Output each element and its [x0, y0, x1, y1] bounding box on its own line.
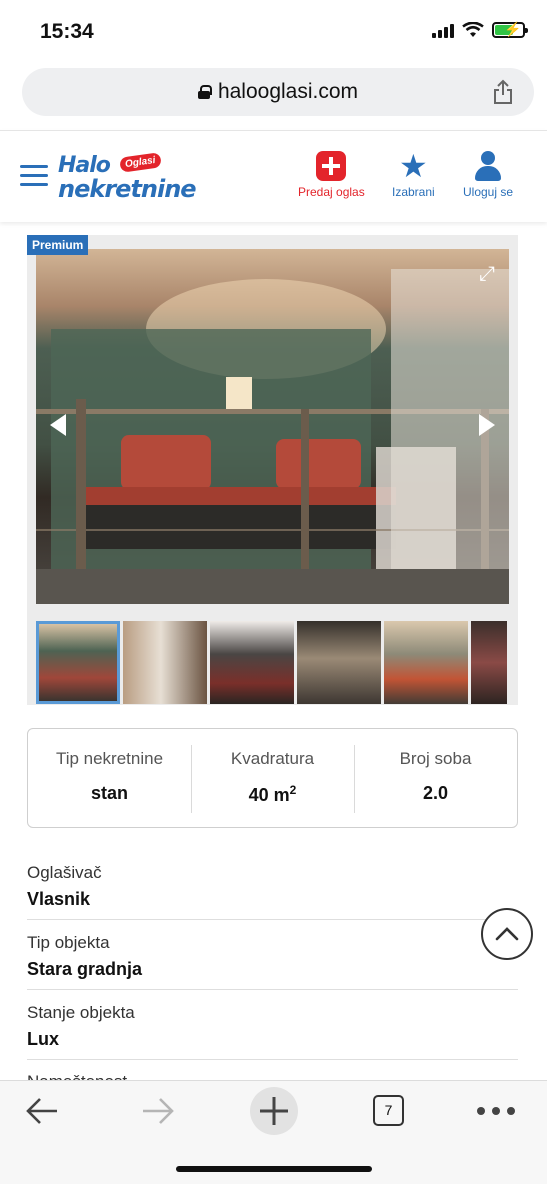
url-bar[interactable]: halooglasi.com — [22, 68, 534, 116]
scroll-to-top-button[interactable] — [481, 908, 533, 960]
status-bar: 15:34 ⚡ — [0, 0, 547, 64]
login-button[interactable]: Uloguj se — [463, 151, 513, 199]
next-photo-arrow[interactable] — [479, 414, 495, 436]
home-indicator — [176, 1166, 372, 1172]
prev-photo-arrow[interactable] — [50, 414, 66, 436]
thumbnail[interactable] — [210, 621, 294, 704]
area-unit-sup: 2 — [289, 783, 297, 797]
thumbnail[interactable] — [297, 621, 381, 704]
logo[interactable]: Halo Oglasi nekretnine — [58, 152, 197, 203]
user-icon — [473, 151, 503, 181]
back-arrow-icon[interactable] — [24, 1095, 60, 1127]
menu-icon[interactable] — [20, 165, 48, 192]
thumbnail-strip — [36, 621, 507, 704]
expand-icon[interactable]: ⤢ — [479, 263, 495, 286]
room-photo-illustration — [36, 269, 509, 604]
detail-value: Stara gradnja — [27, 959, 143, 979]
detail-row: Tip objekta Stara gradnja — [27, 920, 518, 990]
login-label: Uloguj se — [463, 185, 514, 199]
property-summary: Tip nekretnine stan Kvadratura 40 m2 Bro… — [27, 728, 518, 828]
forward-arrow-icon[interactable] — [140, 1095, 176, 1127]
share-icon[interactable] — [492, 79, 514, 105]
new-tab-button[interactable] — [250, 1087, 298, 1135]
more-icon[interactable] — [476, 1105, 516, 1117]
post-ad-button[interactable]: Predaj oglas — [298, 151, 365, 199]
area-value: 40 m — [248, 785, 290, 805]
detail-label: Oglašivač — [27, 863, 102, 882]
url-text: halooglasi.com — [217, 80, 359, 103]
post-ad-label: Predaj oglas — [298, 185, 365, 199]
summary-item: Tip nekretnine stan — [28, 729, 191, 827]
favorites-button[interactable]: ★ Izabrani — [392, 148, 435, 199]
signal-icon — [432, 22, 454, 38]
summary-label: Tip nekretnine — [55, 749, 164, 768]
thumbnail[interactable] — [36, 621, 120, 704]
tabs-button[interactable]: 7 — [373, 1095, 404, 1126]
status-time: 15:34 — [40, 20, 94, 43]
detail-row: Stanje objekta Lux — [27, 990, 518, 1060]
chevron-up-icon — [495, 927, 519, 941]
premium-badge: Premium — [27, 235, 89, 255]
add-icon — [316, 151, 347, 181]
summary-value: 2.0 — [422, 783, 449, 803]
summary-item: Kvadratura 40 m2 — [191, 729, 354, 827]
detail-row: Oglašivač Vlasnik — [27, 850, 518, 920]
summary-item: Broj soba 2.0 — [354, 729, 517, 827]
logo-nekretnine: nekretnine — [58, 175, 197, 203]
detail-label: Tip objekta — [27, 933, 110, 952]
detail-label: Stanje objekta — [27, 1003, 135, 1022]
favorites-label: Izabrani — [392, 185, 435, 199]
plus-icon — [260, 1097, 288, 1125]
thumbnail[interactable] — [384, 621, 468, 704]
summary-label: Broj soba — [399, 749, 472, 768]
photo-gallery: Premium ⤢ — [27, 235, 518, 705]
details-list: Oglašivač Vlasnik Tip objekta Stara grad… — [27, 850, 518, 1060]
battery-icon: ⚡ — [492, 21, 528, 38]
summary-value: stan — [90, 783, 128, 803]
detail-value: Lux — [27, 1029, 60, 1049]
thumbnail[interactable] — [471, 621, 507, 704]
summary-value: 40 m2 — [191, 783, 354, 806]
detail-value: Vlasnik — [27, 889, 91, 909]
site-header: Halo Oglasi nekretnine Predaj oglas ★ Iz… — [0, 130, 547, 222]
star-icon: ★ — [399, 148, 428, 184]
wifi-icon — [462, 22, 484, 37]
thumbnail[interactable] — [123, 621, 207, 704]
summary-label: Kvadratura — [230, 749, 315, 768]
lock-icon — [197, 85, 212, 99]
main-photo[interactable]: ⤢ — [36, 249, 509, 604]
